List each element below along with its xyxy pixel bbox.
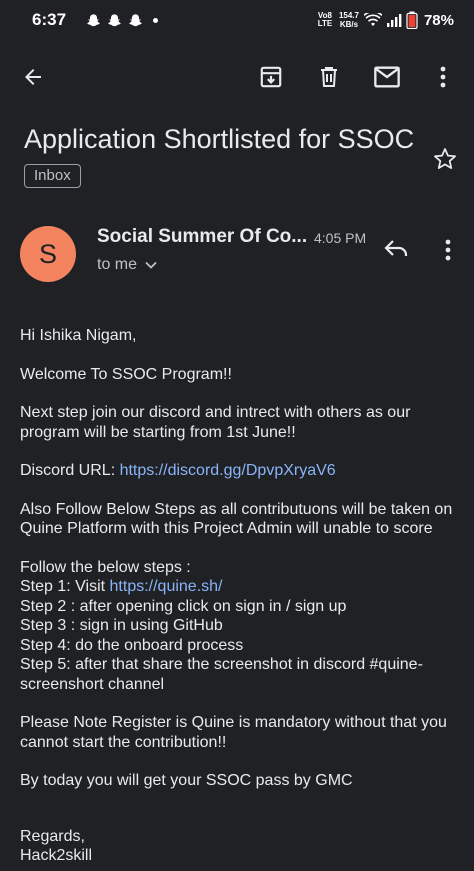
delete-button[interactable] [314,62,344,92]
discord-link[interactable]: https://discord.gg/DpvpXryaV6 [120,462,336,479]
volte-indicator: Vo8 LTE [316,12,334,28]
chevron-down-icon [145,261,157,269]
sender-name: Social Summer Of Co... [97,226,308,247]
inbox-label[interactable]: Inbox [24,164,81,188]
steps-heading: Follow the below steps : [20,558,191,576]
status-time: 6:37 [32,10,67,29]
wifi-icon [363,13,382,26]
step5: Step 5: after that share the screenshot … [20,656,423,693]
mandatory-note: Please Note Register is Quine is mandato… [20,714,447,751]
reply-button[interactable] [382,236,414,264]
mail-icon [374,66,400,88]
archive-button[interactable] [256,62,286,92]
steps-block: Follow the below steps : Step 1: Visit h… [20,558,460,695]
discord-line: Discord URL: https://discord.gg/DpvpXrya… [20,461,460,481]
email-toolbar [0,52,474,102]
status-bar: 6:37 Vo8 LTE 154.7 KB/s 78% [0,0,474,40]
snapchat-icon [87,13,100,26]
step1-label: Step 1: Visit [20,578,110,595]
trash-icon [321,67,337,87]
volte-bottom: LTE [317,19,333,28]
star-icon [434,148,456,169]
more-vertical-icon [445,239,451,261]
recipient-label: to me [97,256,138,273]
speed-value: 154.7 [338,11,359,20]
email-body: Hi Ishika Nigam, Welcome To SSOC Program… [20,326,460,871]
network-speed: 154.7 KB/s [338,11,360,29]
step4: Step 4: do the onboard process [20,636,244,654]
back-button[interactable] [18,62,48,92]
sent-time: 4:05 PM [314,230,367,246]
step3: Step 3 : sign in using GitHub [20,617,223,634]
star-button[interactable] [432,146,458,172]
welcome-line: Welcome To SSOC Program!! [20,365,232,383]
next-step-line: Next step join our discord and intrect w… [20,404,411,441]
pass-line: By today you will get your SSOC pass by … [20,772,353,789]
follow-note: Also Follow Below Steps as all contribut… [20,500,453,538]
snapchat-icon [108,13,121,26]
recipient-toggle[interactable]: to me [97,256,157,274]
signoff: Regards, Hack2skill [20,827,460,866]
reply-icon [384,240,408,256]
notification-dot [153,17,158,23]
greeting: Hi Ishika Nigam, [20,327,137,344]
battery-percent: 78% [423,11,454,29]
discord-label: Discord URL: [20,462,120,479]
email-subject: Application Shortlisted for SSOC [24,124,415,154]
step2: Step 2 : after opening click on sign in … [20,597,347,615]
signal-icon [386,14,402,27]
speed-unit: KB/s [339,20,359,29]
snapchat-icon [129,13,142,26]
message-more-button[interactable] [434,236,462,264]
signature: Hack2skill [20,847,93,864]
mark-unread-button[interactable] [372,62,402,92]
battery-icon [406,11,418,29]
quine-link[interactable]: https://quine.sh/ [110,578,223,595]
arrow-back-icon [25,69,41,85]
sender-avatar[interactable]: S [20,226,76,282]
regards: Regards, [20,827,85,845]
archive-icon [260,66,282,88]
more-vertical-icon [440,66,446,88]
more-options-button[interactable] [428,62,458,92]
status-right: Vo8 LTE 154.7 KB/s 78% [316,11,454,29]
